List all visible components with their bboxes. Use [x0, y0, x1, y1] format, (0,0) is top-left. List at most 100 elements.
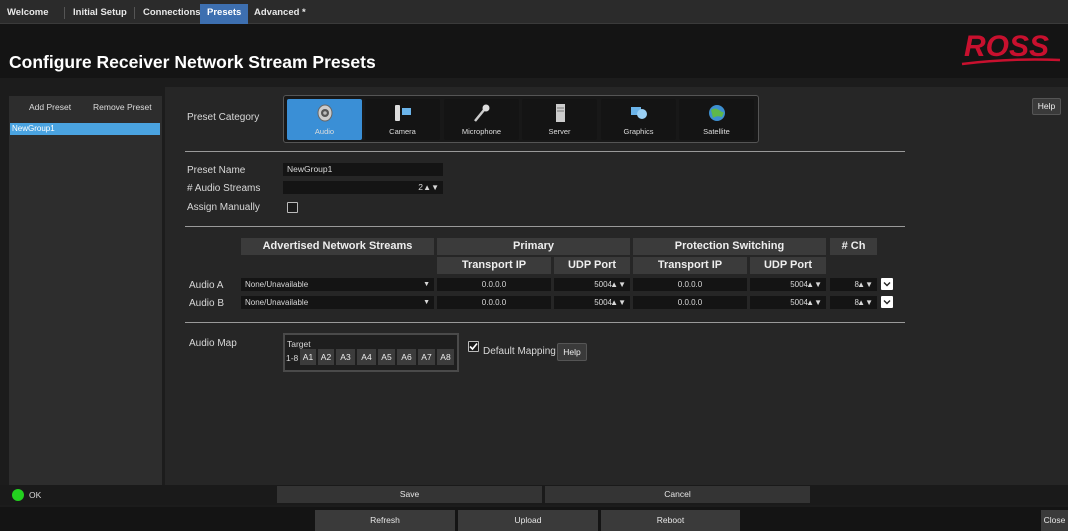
- speaker-icon: [317, 104, 333, 122]
- save-button[interactable]: Save: [277, 486, 542, 503]
- stepper-arrows-icon[interactable]: ▲▼: [806, 278, 822, 291]
- row-label-audio-b: Audio B: [189, 298, 225, 309]
- primary-ip-input[interactable]: 0.0.0.0: [437, 278, 551, 291]
- map-chip-a6[interactable]: A6: [397, 349, 416, 365]
- assign-manually-checkbox[interactable]: [287, 202, 298, 213]
- category-label: Audio: [314, 127, 335, 136]
- stepper-arrows-icon[interactable]: ▲▼: [857, 296, 873, 309]
- stepper-arrows-icon[interactable]: ▲▼: [610, 296, 626, 309]
- preset-category-label: Preset Category: [187, 112, 260, 123]
- audio-map-help-button[interactable]: Help: [557, 343, 587, 361]
- primary-ip-input[interactable]: 0.0.0.0: [437, 296, 551, 309]
- section-divider: [185, 322, 905, 323]
- category-label: Satellite: [703, 127, 730, 136]
- channel-count-stepper[interactable]: 8 ▲▼: [830, 278, 877, 291]
- primary-udp-port-header: UDP Port: [554, 257, 630, 274]
- category-label: Camera: [389, 127, 416, 136]
- checkmark-icon: [469, 342, 478, 351]
- protection-ip-input[interactable]: 0.0.0.0: [633, 296, 747, 309]
- satellite-icon: [709, 105, 725, 121]
- stepper-arrows-icon[interactable]: ▲▼: [610, 278, 626, 291]
- category-graphics-button[interactable]: Graphics: [601, 99, 676, 140]
- map-chip-a3[interactable]: A3: [336, 349, 355, 365]
- primary-header: Primary: [437, 238, 630, 255]
- tab-separator: [64, 7, 65, 19]
- camera-icon: [395, 105, 411, 121]
- refresh-button[interactable]: Refresh: [315, 510, 455, 531]
- category-label: Server: [548, 127, 571, 136]
- default-mapping-checkbox[interactable]: [468, 341, 479, 352]
- remove-preset-button[interactable]: Remove Preset: [93, 100, 152, 114]
- preset-name-input[interactable]: NewGroup1: [283, 163, 443, 176]
- dropdown-caret-icon: ▼: [423, 281, 430, 288]
- primary-port-stepper[interactable]: 5004 ▲▼: [554, 278, 630, 291]
- preset-sidebar: Add Preset Remove Preset NewGroup1: [9, 96, 162, 485]
- cancel-button[interactable]: Cancel: [545, 486, 810, 503]
- category-server-button[interactable]: Server: [522, 99, 597, 140]
- tab-welcome[interactable]: Welcome: [0, 4, 56, 24]
- page-title: Configure Receiver Network Stream Preset…: [9, 52, 376, 72]
- default-mapping-label: Default Mapping: [483, 346, 556, 357]
- audio-map-label: Audio Map: [189, 338, 237, 349]
- primary-transport-ip-header: Transport IP: [437, 257, 551, 274]
- audio-streams-stepper[interactable]: 2 ▲▼: [283, 181, 443, 194]
- map-chip-a1[interactable]: A1: [300, 349, 316, 365]
- map-chip-a2[interactable]: A2: [318, 349, 334, 365]
- svg-text:ROSS: ROSS: [964, 30, 1049, 63]
- stepper-arrows-icon[interactable]: ▲▼: [806, 296, 822, 309]
- stream-select-value: None/Unavailable: [245, 298, 309, 307]
- preset-category-selector: Audio Camera Microphone Server Graphics: [283, 95, 759, 143]
- channel-expand-button[interactable]: [881, 278, 893, 290]
- tab-connections[interactable]: Connections: [136, 4, 208, 24]
- primary-port-stepper[interactable]: 5004 ▲▼: [554, 296, 630, 309]
- status-text: OK: [29, 490, 42, 500]
- advertised-stream-select[interactable]: None/Unavailable ▼: [241, 278, 434, 291]
- help-button[interactable]: Help: [1032, 98, 1061, 115]
- tab-advanced[interactable]: Advanced *: [247, 4, 313, 24]
- tab-initial-setup[interactable]: Initial Setup: [66, 4, 134, 24]
- chevron-down-icon: [883, 300, 891, 305]
- map-chip-a8[interactable]: A8: [437, 349, 454, 365]
- preset-name-label: Preset Name: [187, 165, 246, 176]
- protection-switching-header: Protection Switching: [633, 238, 826, 255]
- channel-count-stepper[interactable]: 8 ▲▼: [830, 296, 877, 309]
- stepper-arrows-icon[interactable]: ▲▼: [423, 181, 439, 194]
- target-label: Target: [287, 339, 311, 349]
- channel-expand-button[interactable]: [881, 296, 893, 308]
- category-label: Graphics: [623, 127, 654, 136]
- protection-transport-ip-header: Transport IP: [633, 257, 747, 274]
- microphone-icon: [474, 104, 490, 122]
- preset-list-item[interactable]: NewGroup1: [10, 123, 160, 135]
- protection-port-stepper[interactable]: 5004 ▲▼: [750, 278, 826, 291]
- channel-range-label: 1-8: [286, 353, 299, 363]
- ross-logo: ROSS: [961, 30, 1061, 66]
- map-chip-a5[interactable]: A5: [378, 349, 395, 365]
- category-audio-button[interactable]: Audio: [287, 99, 362, 140]
- reboot-button[interactable]: Reboot: [601, 510, 740, 531]
- add-preset-button[interactable]: Add Preset: [29, 100, 71, 114]
- advertised-streams-header: Advertised Network Streams: [241, 238, 434, 255]
- protection-port-stepper[interactable]: 5004 ▲▼: [750, 296, 826, 309]
- stepper-arrows-icon[interactable]: ▲▼: [857, 278, 873, 291]
- protection-ip-input[interactable]: 0.0.0.0: [633, 278, 747, 291]
- row-label-audio-a: Audio A: [189, 280, 224, 291]
- category-microphone-button[interactable]: Microphone: [444, 99, 519, 140]
- section-divider: [185, 226, 905, 227]
- protection-udp-port-header: UDP Port: [750, 257, 826, 274]
- upload-button[interactable]: Upload: [458, 510, 598, 531]
- server-icon: [556, 104, 565, 122]
- close-button[interactable]: Close: [1041, 510, 1068, 531]
- status-led-icon: [12, 489, 24, 501]
- chevron-down-icon: [883, 282, 891, 287]
- tab-separator: [134, 7, 135, 19]
- advertised-stream-select[interactable]: None/Unavailable ▼: [241, 296, 434, 309]
- audio-streams-label: # Audio Streams: [187, 183, 261, 194]
- map-chip-a4[interactable]: A4: [357, 349, 376, 365]
- channel-count-header: # Ch: [830, 238, 877, 255]
- category-label: Microphone: [461, 127, 502, 136]
- tab-presets[interactable]: Presets: [200, 4, 249, 24]
- category-satellite-button[interactable]: Satellite: [679, 99, 754, 140]
- category-camera-button[interactable]: Camera: [365, 99, 440, 140]
- map-chip-a7[interactable]: A7: [418, 349, 435, 365]
- section-divider: [185, 151, 905, 152]
